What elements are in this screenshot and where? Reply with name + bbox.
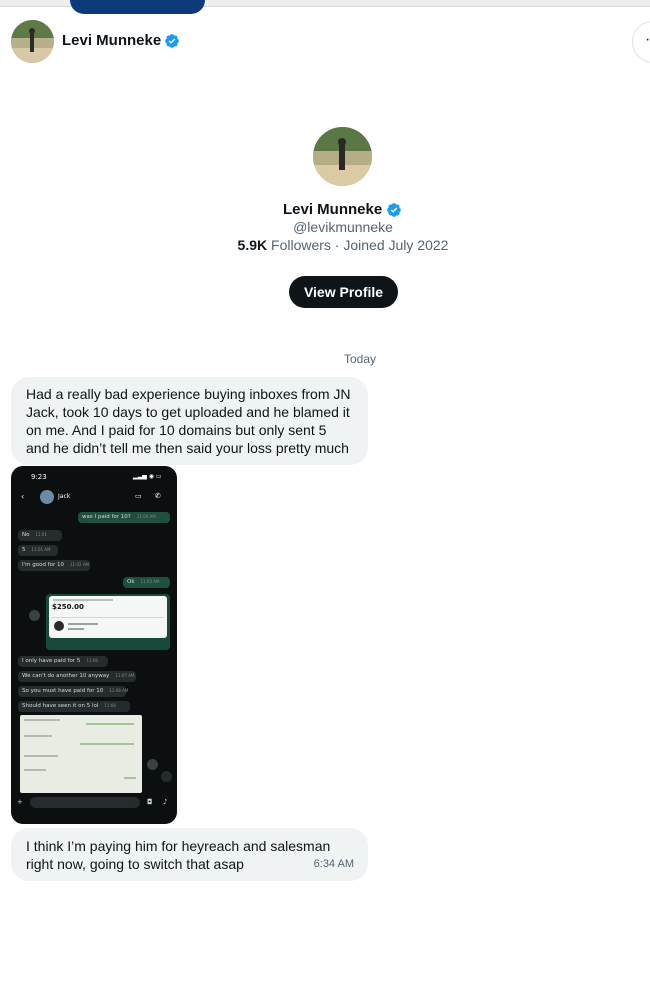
image-attachment[interactable]: 9:23 ▂▃▅ ◉ ▭ ‹ Jack ▭ ✆ was I paid for 1… <box>11 466 177 824</box>
chat-text: was I paid for 10? <box>82 514 131 520</box>
chat-bubble-out: Ok 11:03 AM <box>123 577 170 588</box>
header-name[interactable]: Levi Munneke <box>62 32 161 49</box>
message-bubble[interactable]: Had a really bad experience buying inbox… <box>11 377 368 465</box>
verified-badge-icon <box>165 34 179 48</box>
chat-text: Should have seen it on 5 lol <box>22 703 99 709</box>
profile-handle: @levikmunneke <box>293 219 393 235</box>
chat-text: We can't do another 10 anyway <box>22 673 110 679</box>
forward-icon[interactable] <box>147 759 158 770</box>
chat-image-thumbnail <box>20 715 142 793</box>
status-time: 9:23 <box>31 473 47 481</box>
video-call-icon[interactable]: ▭ <box>135 492 142 500</box>
browser-tab-indicator[interactable] <box>70 0 205 14</box>
chat-meta: 11:07 AM <box>115 673 135 678</box>
joined-date: Joined July 2022 <box>343 237 449 253</box>
scroll-down-icon[interactable] <box>161 771 172 782</box>
chat-bubble-in: No 11:01 <box>18 530 62 541</box>
avatar[interactable] <box>11 20 54 63</box>
contact-name: Jack <box>58 493 71 500</box>
forward-icon[interactable] <box>29 610 40 621</box>
chat-text: So you must have paid for 10 <box>22 688 104 694</box>
back-arrow-icon[interactable]: ‹ <box>21 492 24 501</box>
message-text: Had a really bad experience buying inbox… <box>26 386 351 456</box>
message-bubble[interactable]: I think I’m paying him for heyreach and … <box>11 828 368 881</box>
chat-text: No <box>22 532 30 538</box>
more-horizontal-icon: ··· <box>645 31 650 49</box>
chat-meta: 11:06 <box>86 658 98 663</box>
contact-avatar <box>40 490 54 504</box>
chat-bubble-in: 5 11:01 AM <box>18 545 58 556</box>
chat-bubble-in: Should have seen it on 5 lol 11:09 <box>18 701 130 712</box>
chat-text: I only have paid for 5 <box>22 658 81 664</box>
followers-count: 5.9K <box>237 237 268 253</box>
chat-meta: 11:08 AM <box>109 688 129 693</box>
message-timestamp: 6:34 AM <box>313 858 354 870</box>
chat-bubble-in: I'm good for 10 11:02 AM <box>18 560 90 571</box>
message-input[interactable] <box>30 797 140 808</box>
stats-separator: · <box>330 237 344 253</box>
chat-text: I'm good for 10 <box>22 562 65 568</box>
microphone-icon[interactable]: ♪ <box>163 798 167 806</box>
verified-badge-icon <box>387 202 402 217</box>
message-text: I think I’m paying him for heyreach and … <box>26 838 331 872</box>
payment-receipt: $250.00 <box>49 596 167 638</box>
chat-meta: 11:00 AM <box>136 514 156 519</box>
profile-avatar[interactable] <box>313 127 372 186</box>
chat-meta: 11:02 AM <box>70 562 90 567</box>
camera-icon[interactable]: ◘ <box>147 798 153 806</box>
chat-meta: 11:03 AM <box>140 579 160 584</box>
chat-bubble-in: We can't do another 10 anyway 11:07 AM <box>18 671 136 682</box>
chat-bubble-in: So you must have paid for 10 11:08 AM <box>18 686 129 697</box>
payment-amount: $250.00 <box>52 603 84 611</box>
status-icons: ▂▃▅ ◉ ▭ <box>133 473 162 480</box>
view-profile-button[interactable]: View Profile <box>289 276 398 308</box>
phone-call-icon[interactable]: ✆ <box>155 492 161 500</box>
date-separator: Today <box>343 352 377 366</box>
profile-stats: 5.9K Followers · Joined July 2022 <box>0 237 650 253</box>
conversation-header: Levi Munneke ··· <box>0 14 650 70</box>
chat-meta: 11:09 <box>104 703 116 708</box>
more-options-button[interactable]: ··· <box>632 21 650 63</box>
chat-meta: 11:01 AM <box>31 547 51 552</box>
payment-card: $250.00 <box>46 594 170 650</box>
chat-meta: 11:01 <box>35 532 48 537</box>
chat-bubble-out: was I paid for 10? 11:00 AM <box>78 512 170 523</box>
chat-bubble-in: I only have paid for 5 11:06 <box>18 656 108 667</box>
followers-label: Followers <box>271 237 331 253</box>
profile-name-row: Levi Munneke <box>283 201 402 218</box>
plus-icon[interactable]: + <box>17 798 23 806</box>
chat-text: Ok <box>127 579 135 585</box>
chat-text: 5 <box>22 547 26 553</box>
profile-name[interactable]: Levi Munneke <box>283 201 382 218</box>
